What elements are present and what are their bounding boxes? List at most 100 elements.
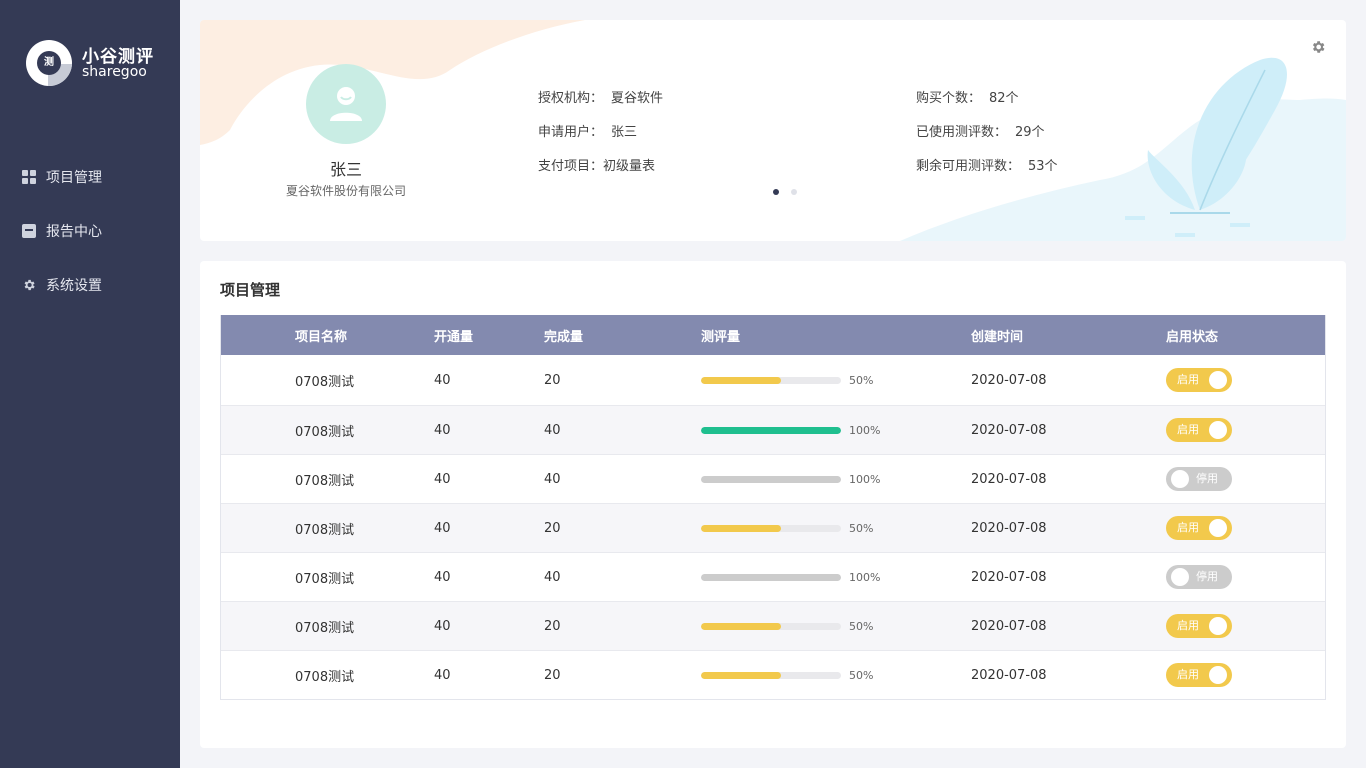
table-header: 项目名称 开通量 完成量 测评量 创建时间 启用状态 (221, 315, 1325, 355)
toggle-label: 启用 (1177, 668, 1199, 681)
info-remaining: 剩余可用测评数： 53个 (916, 155, 1058, 174)
header-name: 项目名称 (295, 329, 348, 345)
cell-status: 启用 (1166, 504, 1232, 552)
info-label: 剩余可用测评数： (916, 159, 1021, 174)
toggle-knob (1209, 666, 1227, 684)
progress-percent: 50% (849, 619, 874, 633)
status-toggle[interactable]: 停用 (1166, 467, 1232, 491)
cell-date: 2020-07-08 (971, 471, 1047, 487)
cell-opened: 40 (434, 471, 451, 487)
progress-bar (701, 376, 841, 384)
cell-date: 2020-07-08 (971, 569, 1047, 585)
status-toggle[interactable]: 停用 (1166, 565, 1232, 589)
cell-status: 启用 (1166, 355, 1232, 405)
progress-fill (701, 376, 781, 384)
progress-percent: 50% (849, 668, 874, 682)
cell-done: 40 (544, 422, 561, 438)
sidebar-item-label: 系统设置 (46, 278, 102, 294)
carousel-dot[interactable] (773, 189, 779, 195)
info-value: 82个 (989, 91, 1019, 106)
cell-done: 20 (544, 372, 561, 388)
header-done: 完成量 (544, 329, 584, 345)
cell-name: 0708测试 (295, 473, 355, 489)
sidebar-nav: 项目管理 报告中心 系统设置 (0, 150, 180, 312)
cell-name: 0708测试 (295, 522, 355, 538)
status-toggle[interactable]: 启用 (1166, 368, 1232, 392)
cell-status: 启用 (1166, 602, 1232, 650)
progress-fill (701, 475, 841, 483)
profile-card: 张三 夏谷软件股份有限公司 授权机构： 夏谷软件 申请用户： 张三 支付项目：初级量… (200, 20, 1346, 241)
cell-status: 停用 (1166, 455, 1232, 503)
info-payment: 支付项目：初级量表 (538, 155, 655, 174)
table-row: 0708测试 40 20 50% 2020-07-08 启用 (221, 355, 1325, 405)
header-progress: 测评量 (701, 329, 741, 345)
toggle-label: 启用 (1177, 619, 1199, 632)
cell-progress: 50% (701, 504, 873, 552)
user-icon (330, 87, 362, 121)
table-row: 0708测试 40 40 100% 2020-07-08 停用 (221, 454, 1325, 503)
table-row: 0708测试 40 20 50% 2020-07-08 启用 (221, 650, 1325, 699)
info-purchased: 购买个数： 82个 (916, 87, 1019, 106)
cell-done: 40 (544, 471, 561, 487)
progress-fill (701, 524, 781, 532)
cell-date: 2020-07-08 (971, 372, 1047, 388)
progress-bar (701, 622, 841, 630)
status-toggle[interactable]: 启用 (1166, 614, 1232, 638)
avatar (306, 64, 386, 144)
sidebar-item-projects[interactable]: 项目管理 (0, 150, 180, 204)
cell-status: 启用 (1166, 651, 1232, 699)
cell-name: 0708测试 (295, 669, 355, 685)
sidebar-item-label: 项目管理 (46, 170, 102, 186)
cell-date: 2020-07-08 (971, 520, 1047, 536)
user-company: 夏谷软件股份有限公司 (285, 184, 406, 198)
progress-bar (701, 671, 841, 679)
info-label: 授权机构： (538, 91, 604, 106)
info-used: 已使用测评数： 29个 (916, 121, 1045, 140)
toggle-label: 停用 (1196, 472, 1218, 485)
cell-progress: 100% (701, 406, 880, 454)
status-toggle[interactable]: 启用 (1166, 663, 1232, 687)
cell-status: 停用 (1166, 553, 1232, 601)
info-value: 初级量表 (603, 159, 656, 174)
cell-opened: 40 (434, 569, 451, 585)
progress-percent: 50% (849, 521, 874, 535)
table-row: 0708测试 40 20 50% 2020-07-08 启用 (221, 601, 1325, 650)
status-toggle[interactable]: 启用 (1166, 516, 1232, 540)
info-value: 29个 (1015, 125, 1045, 140)
logo-name-en: sharegoo (82, 64, 147, 80)
cell-date: 2020-07-08 (971, 422, 1047, 438)
sidebar-item-label: 报告中心 (46, 224, 102, 240)
gear-icon (1312, 41, 1325, 53)
toggle-label: 启用 (1177, 373, 1199, 386)
logo-mark: 测 (26, 40, 72, 86)
section-title: 项目管理 (220, 281, 281, 299)
toggle-knob (1209, 617, 1227, 635)
progress-bar (701, 524, 841, 532)
settings-button[interactable] (1310, 39, 1326, 55)
toggle-label: 启用 (1177, 423, 1199, 436)
toggle-label: 启用 (1177, 521, 1199, 534)
cell-name: 0708测试 (295, 620, 355, 636)
header-date: 创建时间 (971, 329, 1024, 345)
cell-progress: 100% (701, 553, 880, 601)
sidebar-item-reports[interactable]: 报告中心 (0, 204, 180, 258)
sidebar-item-settings[interactable]: 系统设置 (0, 258, 180, 312)
progress-percent: 100% (849, 423, 881, 437)
info-label: 申请用户： (538, 125, 604, 140)
cell-done: 20 (544, 618, 561, 634)
progress-percent: 100% (849, 472, 881, 486)
cell-name: 0708测试 (295, 424, 355, 440)
box-icon (22, 224, 36, 238)
logo[interactable]: 测 小谷测评 sharegoo (26, 40, 166, 88)
progress-percent: 100% (849, 570, 881, 584)
carousel-dot[interactable] (791, 189, 797, 195)
toggle-knob (1209, 421, 1227, 439)
info-label: 支付项目： (538, 159, 604, 174)
cell-date: 2020-07-08 (971, 618, 1047, 634)
header-status: 启用状态 (1166, 329, 1219, 345)
cell-opened: 40 (434, 520, 451, 536)
info-applicant: 申请用户： 张三 (538, 121, 637, 140)
user-name: 张三 (329, 160, 362, 179)
cell-done: 20 (544, 520, 561, 536)
status-toggle[interactable]: 启用 (1166, 418, 1232, 442)
